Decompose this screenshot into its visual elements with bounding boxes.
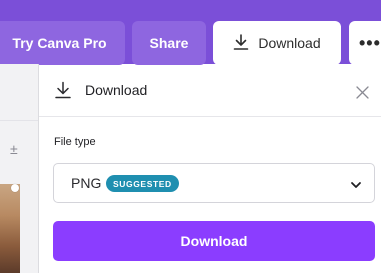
chevron-down-icon [350, 178, 362, 196]
suggested-badge: SUGGESTED [106, 175, 179, 192]
file-type-label: File type [54, 136, 96, 148]
close-icon[interactable] [356, 86, 369, 104]
canvas-photo-thumbnail [0, 184, 20, 273]
add-page-icon[interactable]: ± [10, 142, 18, 156]
download-menu-button[interactable]: Download [213, 21, 341, 65]
more-options-button[interactable]: ••• [349, 21, 381, 65]
download-icon [54, 81, 72, 104]
selection-handle[interactable] [11, 184, 19, 192]
file-type-value: PNG [71, 175, 102, 191]
download-icon [233, 33, 249, 53]
download-panel: Download File type PNG SUGGESTED Downloa… [39, 66, 381, 273]
try-canva-pro-button[interactable]: Try Canva Pro [0, 21, 125, 65]
more-options-icon: ••• [359, 32, 381, 53]
panel-title: Download [85, 82, 148, 98]
share-button[interactable]: Share [132, 21, 206, 65]
download-button[interactable]: Download [53, 221, 375, 261]
download-menu-label: Download [258, 35, 321, 51]
file-type-select[interactable]: PNG SUGGESTED [53, 163, 375, 203]
strip-divider [0, 120, 38, 121]
panel-header: Download [39, 66, 381, 117]
editor-side-strip: ± [0, 64, 39, 273]
top-toolbar: Try Canva Pro Share Download ••• [0, 0, 381, 65]
